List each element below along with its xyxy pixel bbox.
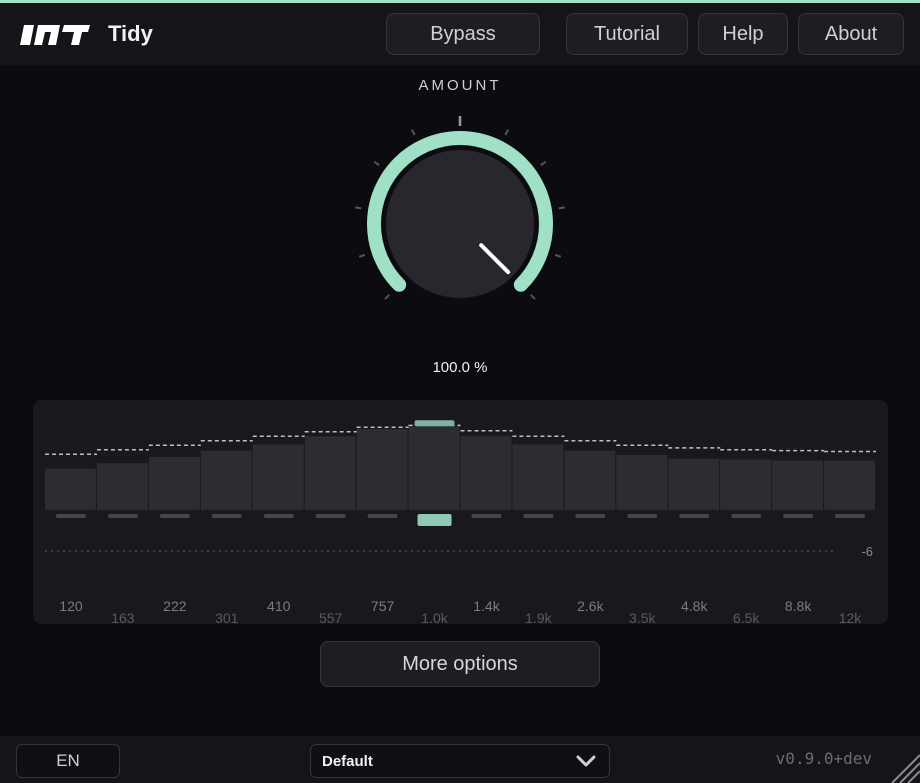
eq-frequency-label: 163: [111, 610, 135, 624]
eq-band-handle[interactable]: [315, 514, 346, 518]
knob-tick: [358, 253, 366, 258]
eq-band-handle[interactable]: [835, 514, 866, 518]
more-options-button[interactable]: More options: [320, 641, 600, 687]
preset-value: Default: [322, 753, 373, 770]
eq-band-handle[interactable]: [417, 514, 452, 526]
eq-frequency-label: 3.5k: [629, 610, 656, 624]
knob-tick: [384, 294, 390, 300]
eq-frequency-label: 6.5k: [733, 610, 760, 624]
eq-frequency-label: 8.8k: [785, 598, 812, 614]
eq-band-bar[interactable]: [356, 429, 408, 510]
eq-band-handle[interactable]: [211, 514, 242, 518]
version-label: v0.9.0+dev: [775, 749, 872, 768]
tutorial-button[interactable]: Tutorial: [566, 13, 688, 55]
knob-tick: [355, 206, 362, 210]
eq-band-bar[interactable]: [45, 468, 96, 510]
eq-frequency-label: 301: [215, 610, 239, 624]
eq-frequency-label: 12k: [839, 610, 863, 624]
eq-bands[interactable]: -6 120 222 410 757 1.4k 2.6k 4.8k 8.8k 163 301 557…: [33, 400, 888, 624]
footer-bar: EN Default v0.9.0+dev: [0, 736, 920, 783]
eq-band-bar[interactable]: [304, 436, 356, 510]
amount-label: AMOUNT: [418, 77, 502, 94]
eq-band-bar[interactable]: [668, 458, 720, 510]
eq-frequency-label: 1.4k: [473, 598, 500, 614]
eq-band-bar[interactable]: [772, 460, 824, 511]
eq-band-bar[interactable]: [408, 426, 460, 510]
language-button[interactable]: EN: [16, 744, 120, 778]
eq-band-bar[interactable]: [148, 456, 200, 510]
eq-band-handle[interactable]: [783, 514, 814, 518]
eq-band-handle[interactable]: [679, 514, 710, 518]
amount-knob[interactable]: [340, 112, 580, 332]
knob-tick: [373, 160, 380, 167]
eq-frequency-label: 4.8k: [681, 598, 708, 614]
preset-select[interactable]: Default: [310, 744, 610, 778]
eq-frequency-label: 410: [267, 598, 291, 614]
app-title: Tidy: [108, 21, 153, 46]
help-button[interactable]: Help: [698, 13, 788, 55]
amount-value: 100.0 %: [432, 359, 488, 376]
knob-tick: [558, 206, 565, 210]
eq-band-handle[interactable]: [159, 514, 190, 518]
eq-band-handle[interactable]: [731, 514, 762, 518]
eq-band-handle[interactable]: [471, 514, 502, 518]
eq-band-handle[interactable]: [107, 514, 138, 518]
chevron-down-icon: [576, 755, 596, 767]
eq-selected-cap: [414, 420, 455, 427]
eq-band-handle[interactable]: [263, 514, 294, 518]
eq-band-bar[interactable]: [564, 450, 616, 510]
eq-band-bar[interactable]: [824, 460, 875, 511]
eq-band-bar[interactable]: [720, 459, 772, 510]
resize-handle-icon[interactable]: [886, 749, 920, 783]
knob-tick: [540, 160, 547, 167]
eq-band-bar[interactable]: [96, 463, 148, 510]
eq-band-bar[interactable]: [616, 455, 668, 510]
eq-band-bar[interactable]: [460, 436, 512, 510]
knob-tick: [410, 129, 416, 136]
eq-frequency-label: 557: [319, 610, 343, 624]
eq-band-handle[interactable]: [627, 514, 658, 518]
about-button[interactable]: About: [798, 13, 904, 55]
eq-band-bar[interactable]: [200, 450, 252, 510]
knob-tick: [504, 129, 510, 136]
knob-body: [384, 148, 536, 300]
level-label: -6: [861, 544, 873, 559]
eq-band-handle[interactable]: [55, 514, 86, 518]
eq-band-handle[interactable]: [367, 514, 398, 518]
eq-frequency-label: 1.0k: [421, 610, 448, 624]
eq-band-handle[interactable]: [575, 514, 606, 518]
eq-frequency-label: 120: [59, 598, 83, 614]
eq-frequency-label: 1.9k: [525, 610, 552, 624]
knob-tick: [554, 253, 562, 258]
header-bar: Tidy Bypass Tutorial Help About: [0, 3, 920, 65]
eq-frequency-label: 222: [163, 598, 187, 614]
eq-band-bar[interactable]: [512, 444, 564, 510]
eq-frequency-label: 2.6k: [577, 598, 604, 614]
knob-tick: [530, 294, 536, 300]
eq-frequency-label: 757: [371, 598, 395, 614]
brand-logo: [20, 25, 90, 45]
eq-panel: -6 120 222 410 757 1.4k 2.6k 4.8k 8.8k 163 301 557…: [33, 400, 888, 624]
eq-band-bar[interactable]: [252, 444, 304, 510]
eq-band-handle[interactable]: [523, 514, 554, 518]
bypass-button[interactable]: Bypass: [386, 13, 540, 55]
